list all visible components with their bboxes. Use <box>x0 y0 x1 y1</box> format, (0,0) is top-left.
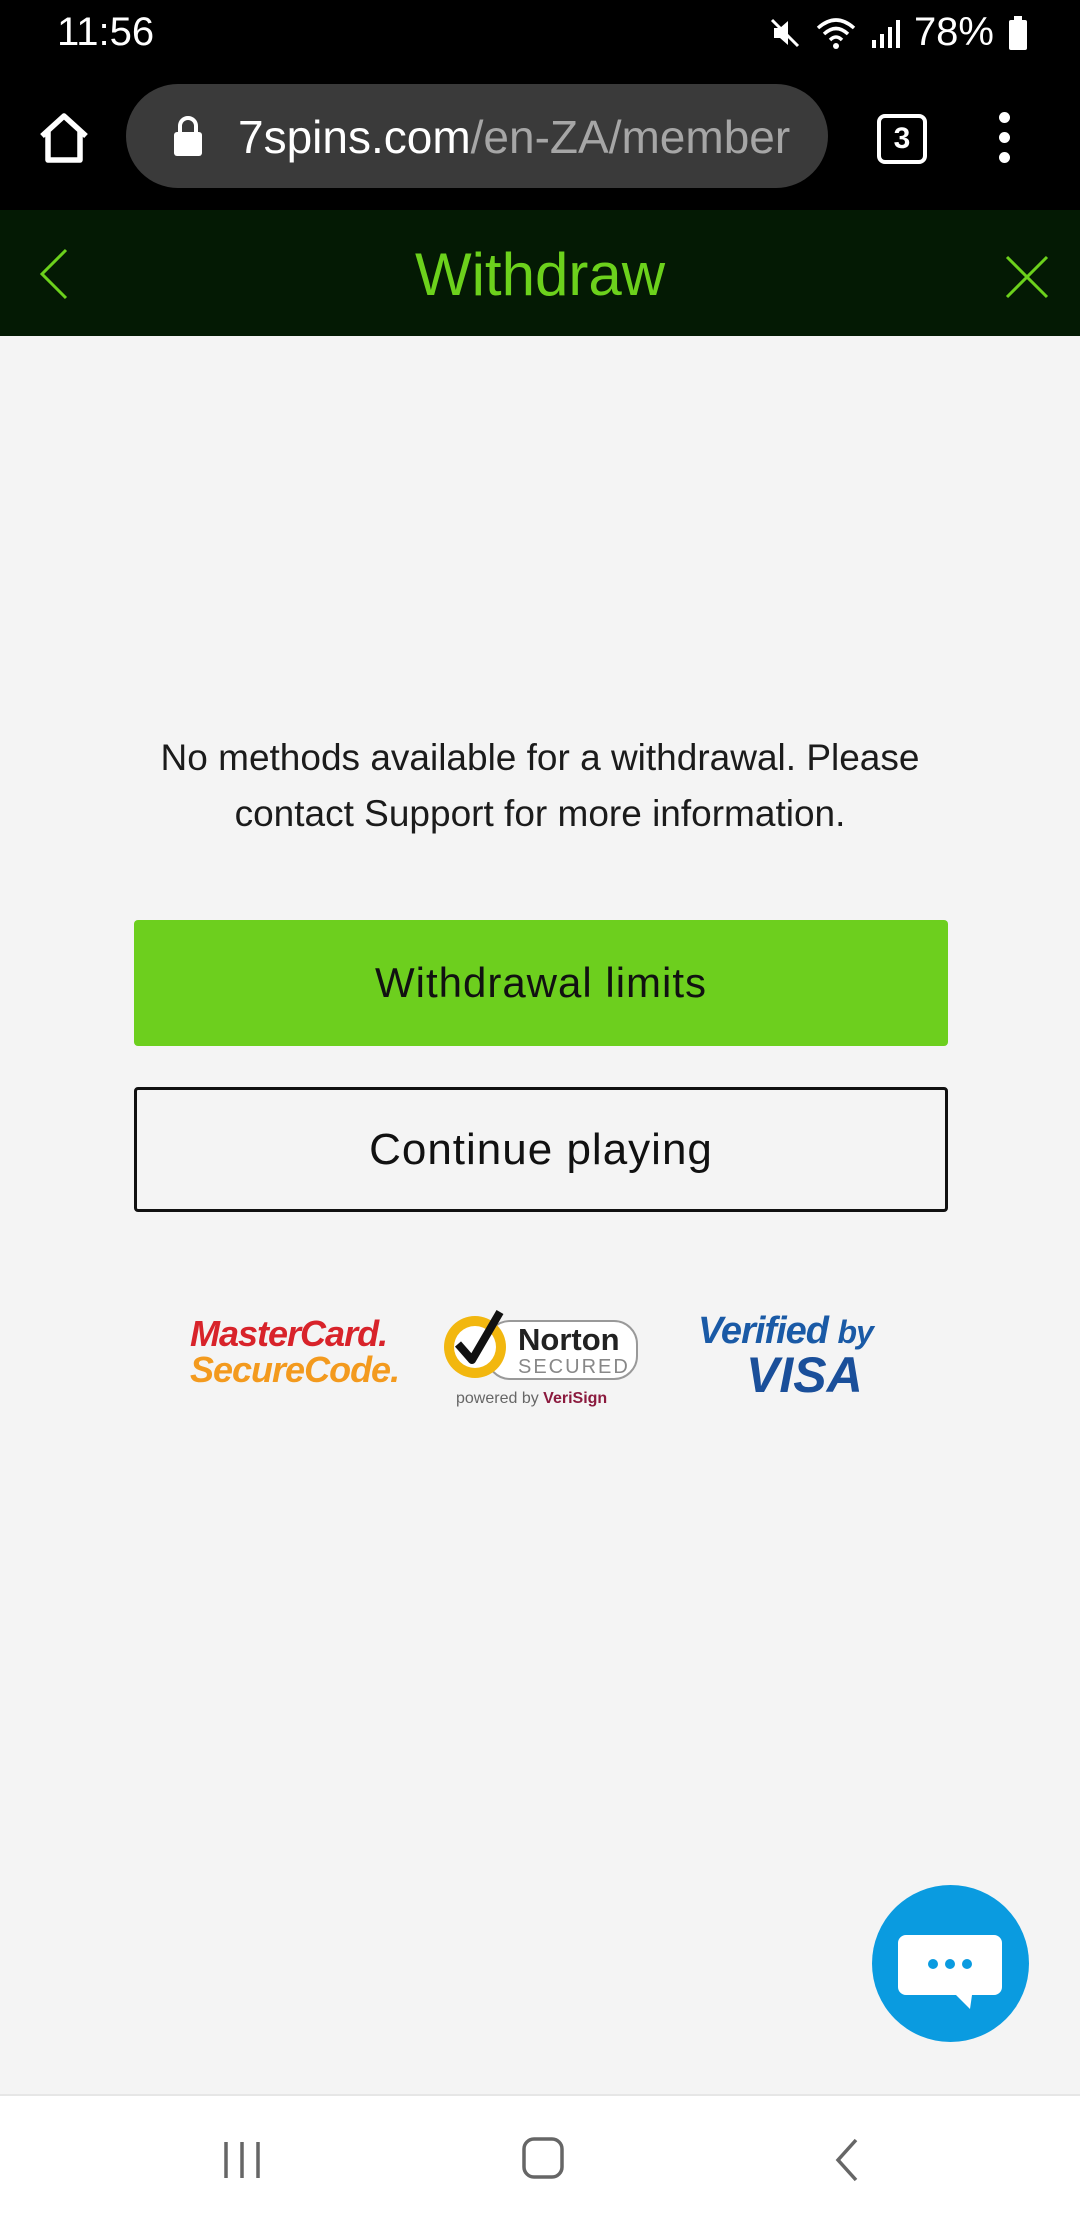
verified-by-visa-logo: Verified by VISA <box>698 1310 874 1403</box>
home-icon[interactable] <box>36 110 92 166</box>
no-methods-message: No methods available for a withdrawal. P… <box>160 737 920 834</box>
status-bar: 11:56 78% <box>0 0 1080 68</box>
norton-check-icon <box>444 1309 506 1378</box>
status-icons: 78% <box>768 10 1028 55</box>
recent-apps-icon[interactable] <box>222 2140 262 2180</box>
battery-percent: 78% <box>913 10 994 54</box>
tabs-icon[interactable]: 3 <box>877 114 927 164</box>
page-title: Withdraw <box>414 241 666 308</box>
chat-bubble-icon <box>898 1935 1002 2009</box>
address-bar[interactable]: 7spins.com/en-ZA/member <box>126 84 828 188</box>
norton-secured-logo: Norton SECURED powered by VeriSign <box>442 1306 642 1412</box>
wifi-icon <box>816 17 856 49</box>
home-nav-icon[interactable] <box>522 2136 564 2180</box>
live-chat-button[interactable] <box>872 1885 1029 2042</box>
system-nav-bar <box>0 2094 1080 2220</box>
more-vert-icon[interactable] <box>990 112 1018 168</box>
battery-icon <box>1009 15 1027 50</box>
close-icon[interactable] <box>1004 254 1050 300</box>
withdrawal-limits-button[interactable]: Withdrawal limits <box>134 920 948 1046</box>
signal-icon <box>871 19 900 48</box>
browser-toolbar: 7spins.com/en-ZA/member 3 <box>0 68 1080 210</box>
mastercard-securecode-logo: MasterCard. SecureCode. <box>190 1313 400 1390</box>
url-path: /en-ZA/member <box>470 111 791 163</box>
lock-icon <box>174 116 202 156</box>
back-nav-icon[interactable] <box>830 2136 864 2184</box>
status-time: 11:56 <box>57 10 155 54</box>
mute-icon <box>770 18 799 47</box>
url-text: 7spins.com/en-ZA/member <box>238 110 790 164</box>
page-header: Withdraw <box>0 210 1080 336</box>
continue-playing-button[interactable]: Continue playing <box>134 1087 948 1212</box>
url-host: 7spins.com <box>238 111 471 163</box>
